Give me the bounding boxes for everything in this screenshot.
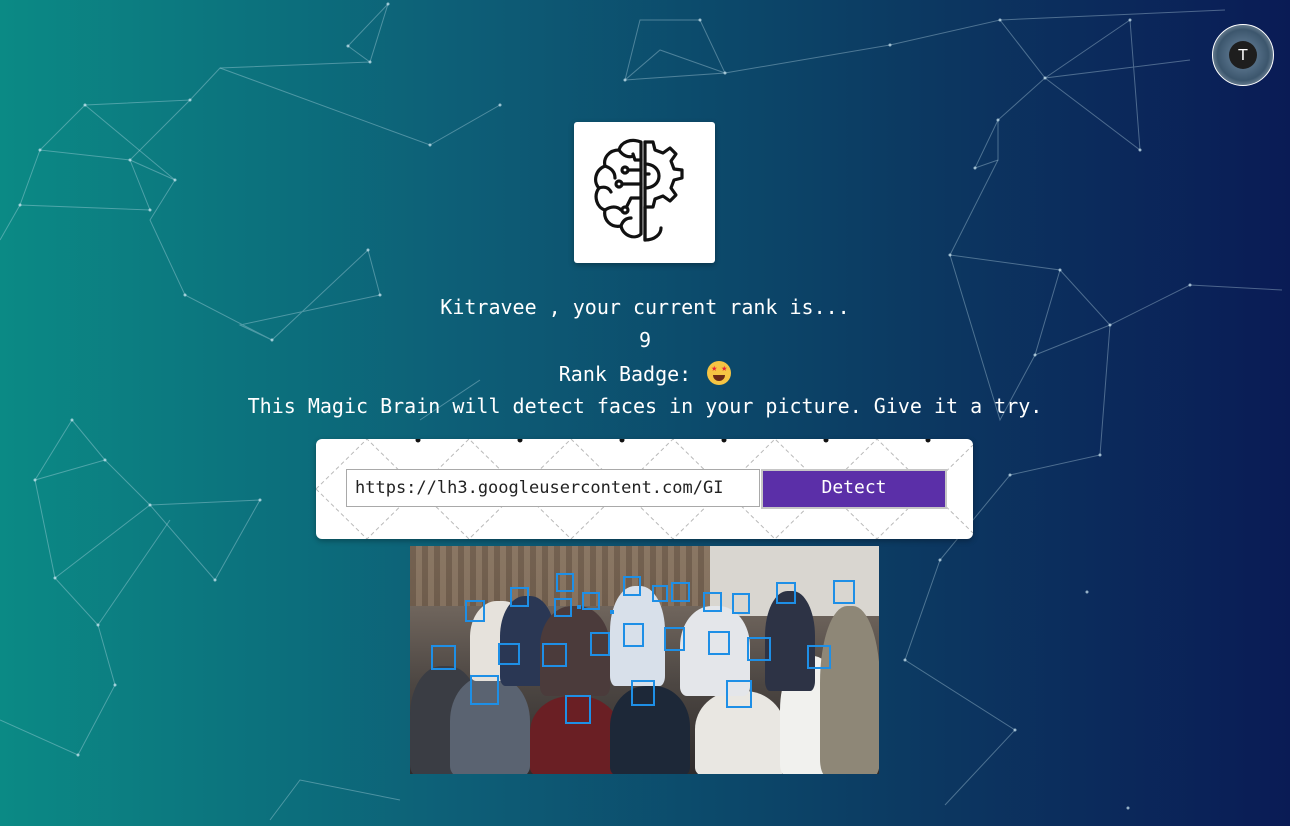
face-box <box>554 598 572 617</box>
face-box <box>623 576 641 596</box>
face-box <box>732 593 750 614</box>
face-box <box>556 573 574 592</box>
rank-value: 9 <box>638 328 652 352</box>
face-box <box>498 643 520 665</box>
face-box <box>610 610 614 614</box>
face-box <box>623 623 644 647</box>
face-box <box>671 582 690 602</box>
face-box <box>726 680 752 708</box>
rank-badge-label: Rank Badge: <box>558 362 692 386</box>
face-box <box>703 592 722 612</box>
face-box <box>582 592 600 610</box>
face-box <box>833 580 855 604</box>
rank-heading: Kitravee , your current rank is... <box>440 295 850 319</box>
face-box <box>565 695 591 724</box>
avatar-initial: T <box>1229 41 1257 69</box>
detection-result-image <box>410 546 879 774</box>
face-box <box>431 645 456 670</box>
face-box <box>708 631 730 655</box>
face-box <box>652 585 668 602</box>
face-box <box>542 643 567 667</box>
face-box <box>631 680 655 706</box>
user-avatar[interactable]: T <box>1212 24 1274 86</box>
face-box <box>747 637 771 661</box>
image-url-form: https://lh3.googleusercontent.com/GI Det… <box>316 439 973 539</box>
face-box <box>590 632 610 656</box>
face-box <box>664 627 685 651</box>
face-box <box>465 600 485 622</box>
image-url-input[interactable]: https://lh3.googleusercontent.com/GI <box>346 469 760 507</box>
face-box <box>470 675 499 705</box>
detect-button[interactable]: Detect <box>761 469 947 509</box>
rank-badge-row: Rank Badge: <box>0 361 1290 386</box>
star-struck-emoji-icon <box>707 361 732 385</box>
face-box <box>807 645 831 669</box>
brain-gear-icon <box>594 138 684 242</box>
brain-logo <box>574 122 715 263</box>
face-box <box>577 605 581 609</box>
description-text: This Magic Brain will detect faces in yo… <box>247 394 1043 418</box>
face-box <box>510 587 529 607</box>
face-box <box>776 582 796 604</box>
